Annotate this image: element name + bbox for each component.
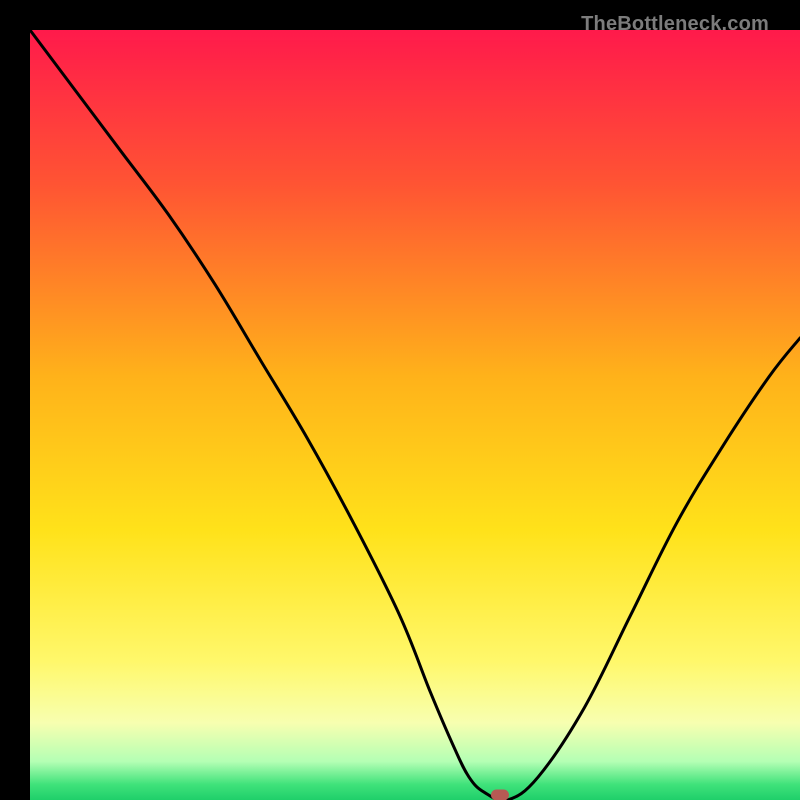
minimum-marker xyxy=(491,789,509,800)
bottleneck-curve xyxy=(30,30,800,800)
plot-area xyxy=(30,30,800,800)
chart-frame: TheBottleneck.com xyxy=(15,15,785,785)
watermark-text: TheBottleneck.com xyxy=(581,13,769,36)
